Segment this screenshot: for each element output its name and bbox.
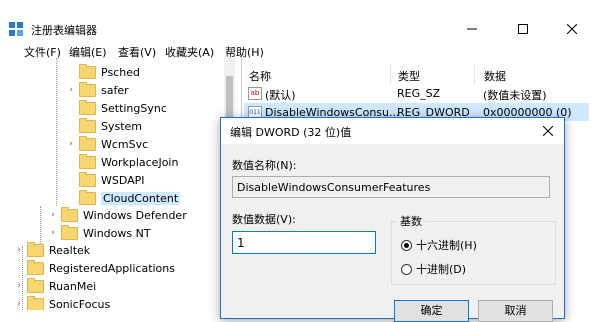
minimize-button[interactable] (449, 14, 495, 44)
tree-item-sonicfocus[interactable]: › SonicFocus (14, 295, 110, 310)
chevron-right-icon[interactable]: › (66, 85, 76, 95)
tree-item-system[interactable]: System (66, 117, 142, 135)
tree-item-ruanmei[interactable]: › RuanMei (14, 277, 96, 295)
tree-item-registeredapplications[interactable]: RegisteredApplications (14, 259, 175, 277)
cancel-button[interactable]: 取消 (478, 300, 553, 322)
column-separator[interactable] (474, 64, 475, 84)
folder-icon (79, 63, 96, 79)
folder-icon (79, 189, 96, 205)
chevron-right-icon[interactable]: › (48, 228, 58, 238)
maximize-button[interactable] (500, 14, 546, 44)
value-data: (数值未设置) (483, 89, 547, 102)
tree-item-label: Windows Defender (83, 208, 187, 222)
folder-icon (61, 224, 78, 240)
list-row-default[interactable]: ab (默认) REG_SZ (数值未设置) (244, 84, 589, 102)
folder-icon (79, 153, 96, 169)
minimize-icon (467, 28, 477, 30)
tree-item-label: Windows NT (83, 226, 151, 240)
column-header-name[interactable]: 名称 (249, 68, 271, 84)
edit-dword-dialog: 编辑 DWORD (32 位)值 数值名称(N): DisableWindows… (220, 117, 565, 322)
tree-guide-line (40, 206, 41, 246)
folder-icon (27, 295, 44, 310)
tree-item-psched[interactable]: Psched (66, 63, 140, 81)
close-button[interactable] (549, 14, 595, 44)
tree-item-safer[interactable]: › safer (66, 81, 129, 99)
tree-item-label: System (101, 119, 143, 133)
radio-hexadecimal[interactable]: 十六进制(H) (401, 237, 477, 253)
folder-icon (79, 99, 96, 115)
close-icon (567, 24, 577, 34)
tree-item-label: CloudContent (101, 191, 181, 205)
tree-item-wcmsvc[interactable]: › WcmSvc (66, 135, 148, 153)
dialog-title: 编辑 DWORD (32 位)值 (230, 126, 352, 139)
registry-tree[interactable]: Psched › safer SettingSync System › WcmSvc… (0, 58, 235, 310)
radio-decimal[interactable]: 十进制(D) (401, 261, 466, 277)
tree-item-windows-defender[interactable]: › Windows Defender (48, 206, 187, 224)
folder-icon (27, 259, 44, 275)
radio-selected-icon[interactable] (401, 239, 412, 251)
tree-item-label: SettingSync (101, 101, 167, 115)
value-type: REG_SZ (397, 87, 441, 100)
folder-icon (79, 117, 96, 133)
value-name: (默认) (265, 89, 296, 102)
value-name-field: DisableWindowsConsumerFeatures (232, 176, 550, 198)
maximize-icon (518, 24, 528, 34)
tree-guide-line (56, 58, 57, 206)
column-separator[interactable] (390, 64, 391, 84)
folder-icon (79, 81, 96, 97)
tree-item-label: WcmSvc (101, 137, 149, 151)
ok-button[interactable]: 确定 (394, 300, 469, 322)
base-label: 基数 (397, 213, 425, 229)
tree-item-windows-nt[interactable]: › Windows NT (48, 224, 151, 242)
regedit-app-icon (9, 22, 23, 36)
tree-item-wsdapi[interactable]: WSDAPI (66, 171, 145, 189)
tree-item-label: SonicFocus (49, 297, 111, 311)
value-data-input[interactable]: 1 (232, 231, 376, 254)
tree-item-label: Realtek (49, 243, 91, 257)
tree-item-label: Psched (101, 65, 140, 79)
hex-label: 十六进制(H) (416, 239, 477, 252)
folder-icon (61, 206, 78, 222)
folder-icon (27, 241, 44, 257)
chevron-right-icon[interactable]: › (14, 245, 24, 255)
window-title: 注册表编辑器 (31, 24, 97, 37)
tree-item-cloudcontent[interactable]: CloudContent (66, 189, 181, 207)
column-header-type[interactable]: 类型 (398, 68, 420, 84)
tree-item-label: safer (101, 83, 129, 97)
radio-unselected-icon[interactable] (401, 263, 412, 275)
value-data-label: 数值数据(V): (232, 213, 296, 226)
tree-item-label: WorkplaceJoin (101, 155, 179, 169)
tree-item-label: RegisteredApplications (49, 261, 175, 275)
tree-item-label: RuanMei (49, 279, 97, 293)
chevron-right-icon[interactable]: › (14, 281, 24, 291)
column-header-data[interactable]: 数据 (484, 68, 506, 84)
close-icon (542, 125, 554, 137)
chevron-right-icon[interactable]: › (14, 299, 24, 309)
tree-item-workplacejoin[interactable]: WorkplaceJoin (66, 153, 178, 171)
reg-sz-icon: ab (248, 87, 262, 100)
dialog-close-button[interactable] (539, 123, 557, 139)
folder-icon (79, 135, 96, 151)
tree-item-label: WSDAPI (101, 173, 145, 187)
folder-icon (79, 171, 96, 187)
chevron-right-icon[interactable]: › (48, 210, 58, 220)
tree-item-settingsync[interactable]: SettingSync (66, 99, 167, 117)
tree-item-realtek[interactable]: › Realtek (14, 241, 90, 259)
chevron-right-icon[interactable]: › (66, 139, 76, 149)
folder-icon (27, 277, 44, 293)
dec-label: 十进制(D) (416, 263, 467, 276)
value-name-label: 数值名称(N): (232, 159, 297, 172)
